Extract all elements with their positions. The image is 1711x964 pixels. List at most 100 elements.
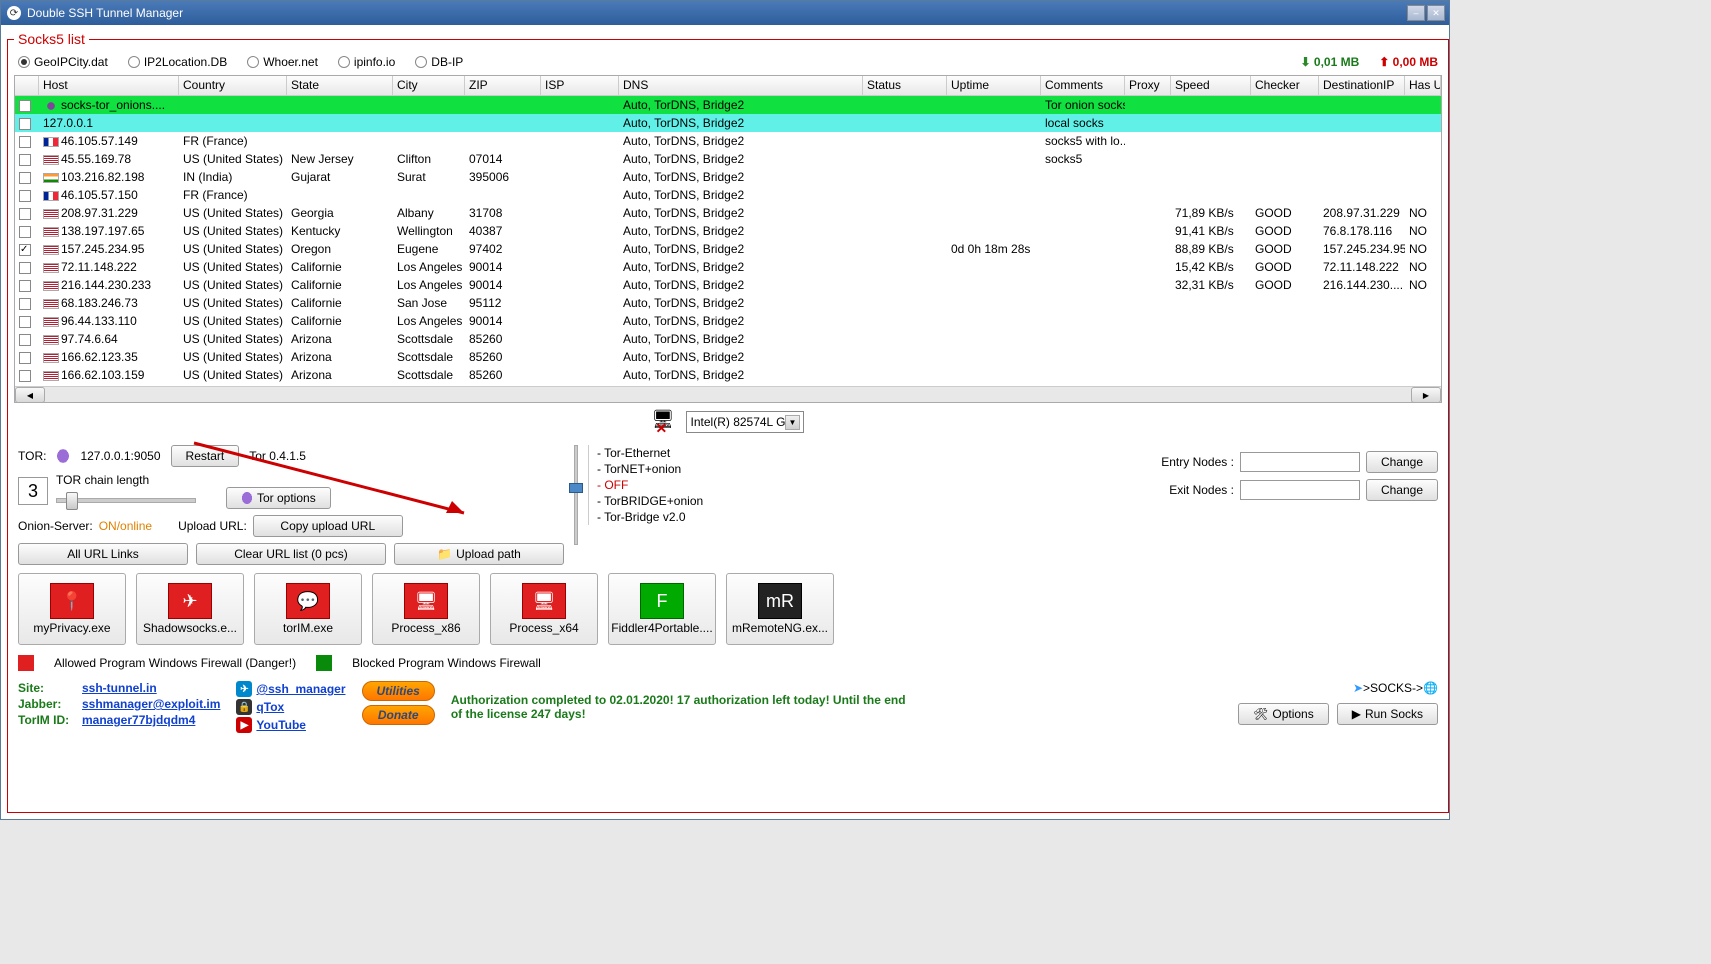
row-checkbox[interactable] <box>19 352 31 364</box>
table-row[interactable]: 46.105.57.150 FR (France) Auto, TorDNS, … <box>15 186 1441 204</box>
table-row[interactable]: 127.0.0.1 Auto, TorDNS, Bridge2 local so… <box>15 114 1441 132</box>
row-checkbox[interactable] <box>19 172 31 184</box>
row-checkbox[interactable] <box>19 226 31 238</box>
flag-icon <box>43 137 59 147</box>
row-checkbox[interactable] <box>19 154 31 166</box>
table-row[interactable]: 96.44.133.110 US (United States)Californ… <box>15 312 1441 330</box>
close-button[interactable]: ✕ <box>1427 5 1445 21</box>
site-link[interactable]: ssh-tunnel.in <box>82 681 220 695</box>
minimize-button[interactable]: – <box>1407 5 1425 21</box>
col-proxy[interactable]: Proxy <box>1125 76 1171 95</box>
clear-url-list-button[interactable]: Clear URL list (0 pcs) <box>196 543 386 565</box>
app-launcher[interactable]: 🖥Process_x64 <box>490 573 598 645</box>
torim-link[interactable]: manager77bjdqdm4 <box>82 713 220 727</box>
row-checkbox[interactable] <box>19 298 31 310</box>
row-checkbox[interactable] <box>19 208 31 220</box>
table-row[interactable]: 46.105.57.149 FR (France) Auto, TorDNS, … <box>15 132 1441 150</box>
col-checker[interactable]: Checker <box>1251 76 1319 95</box>
radio-whoer[interactable]: Whoer.net <box>247 55 318 69</box>
col-comments[interactable]: Comments <box>1041 76 1125 95</box>
mode-tor-bridge-v2[interactable]: - Tor-Bridge v2.0 <box>597 509 734 525</box>
col-zip[interactable]: ZIP <box>465 76 541 95</box>
row-checkbox[interactable] <box>19 316 31 328</box>
tor-options-button[interactable]: Tor options <box>226 487 331 509</box>
col-speed[interactable]: Speed <box>1171 76 1251 95</box>
row-checkbox[interactable] <box>19 370 31 382</box>
restart-button[interactable]: Restart <box>171 445 240 467</box>
mode-tor-ethernet[interactable]: - Tor-Ethernet <box>597 445 734 461</box>
app-launcher[interactable]: 📍myPrivacy.exe <box>18 573 126 645</box>
table-row[interactable]: 138.197.197.65 US (United States)Kentuck… <box>15 222 1441 240</box>
jabber-link[interactable]: sshmanager@exploit.im <box>82 697 220 711</box>
radio-geoipcity[interactable]: GeoIPCity.dat <box>18 55 108 69</box>
scroll-right-icon[interactable]: ▶ <box>1411 387 1441 403</box>
radio-ipinfo[interactable]: ipinfo.io <box>338 55 395 69</box>
table-row[interactable]: 157.245.234.95 US (United States)OregonE… <box>15 240 1441 258</box>
social-link[interactable]: ✈@ssh_manager <box>236 681 345 697</box>
col-country[interactable]: Country <box>179 76 287 95</box>
social-link[interactable]: ▶YouTube <box>236 717 345 733</box>
mode-slider-handle[interactable] <box>569 483 583 493</box>
app-launcher[interactable]: FFiddler4Portable.... <box>608 573 716 645</box>
app-launcher[interactable]: 💬torIM.exe <box>254 573 362 645</box>
col-hasu[interactable]: Has U <box>1405 76 1441 95</box>
table-row[interactable]: 166.62.123.35 US (United States)ArizonaS… <box>15 348 1441 366</box>
table-row[interactable]: 97.74.6.64 US (United States)ArizonaScot… <box>15 330 1441 348</box>
mode-off[interactable]: - OFF <box>597 477 734 493</box>
table-row[interactable]: 166.62.103.159 US (United States)Arizona… <box>15 366 1441 384</box>
table-row[interactable]: socks-tor_onions.... Auto, TorDNS, Bridg… <box>15 96 1441 114</box>
app-launcher[interactable]: ✈Shadowsocks.e... <box>136 573 244 645</box>
entry-nodes-input[interactable] <box>1240 452 1360 472</box>
donate-button[interactable]: Donate <box>362 705 435 725</box>
utilities-button[interactable]: Utilities <box>362 681 435 701</box>
exit-nodes-input[interactable] <box>1240 480 1360 500</box>
col-city[interactable]: City <box>393 76 465 95</box>
row-checkbox[interactable] <box>19 334 31 346</box>
table-row[interactable]: 68.183.246.73 US (United States)Californ… <box>15 294 1441 312</box>
col-dns[interactable]: DNS <box>619 76 863 95</box>
chain-length-slider[interactable] <box>56 489 196 509</box>
row-checkbox[interactable] <box>19 100 31 112</box>
radio-ip2location[interactable]: IP2Location.DB <box>128 55 227 69</box>
blocked-firewall-label: Blocked Program Windows Firewall <box>352 656 541 670</box>
options-button[interactable]: 🛠 Options <box>1238 703 1329 725</box>
exit-change-button[interactable]: Change <box>1366 479 1438 501</box>
all-url-links-button[interactable]: All URL Links <box>18 543 188 565</box>
row-checkbox[interactable] <box>19 280 31 292</box>
chain-length-value[interactable]: 3 <box>18 477 48 505</box>
mode-torbridge-onion[interactable]: - TorBRIDGE+onion <box>597 493 734 509</box>
row-checkbox[interactable] <box>19 190 31 202</box>
row-checkbox[interactable] <box>19 262 31 274</box>
run-socks-button[interactable]: ▶ Run Socks <box>1337 703 1438 725</box>
app-launcher[interactable]: mRmRemoteNG.ex... <box>726 573 834 645</box>
row-checkbox[interactable] <box>19 244 31 256</box>
nic-dropdown[interactable]: Intel(R) 82574L G <box>686 411 805 433</box>
upload-url-label: Upload URL: <box>178 519 247 533</box>
table-row[interactable]: 72.11.148.222 US (United States)Californ… <box>15 258 1441 276</box>
table-row[interactable]: 216.144.230.233 US (United States)Califo… <box>15 276 1441 294</box>
tor-version: Tor 0.4.1.5 <box>249 449 306 463</box>
table-row[interactable]: 45.55.169.78 US (United States)New Jerse… <box>15 150 1441 168</box>
copy-upload-url-button[interactable]: Copy upload URL <box>253 515 403 537</box>
row-checkbox[interactable] <box>19 136 31 148</box>
col-dest[interactable]: DestinationIP <box>1319 76 1405 95</box>
row-checkbox[interactable] <box>19 118 31 130</box>
col-host[interactable]: Host <box>39 76 179 95</box>
radio-dbip[interactable]: DB-IP <box>415 55 463 69</box>
scroll-left-icon[interactable]: ◀ <box>15 387 45 403</box>
col-uptime[interactable]: Uptime <box>947 76 1041 95</box>
entry-change-button[interactable]: Change <box>1366 451 1438 473</box>
col-status[interactable]: Status <box>863 76 947 95</box>
col-state[interactable]: State <box>287 76 393 95</box>
app-launcher[interactable]: 🖥Process_x86 <box>372 573 480 645</box>
table-row[interactable]: 208.97.31.229 US (United States)GeorgiaA… <box>15 204 1441 222</box>
traffic-down: ⬇ 0,01 MB <box>1301 55 1360 69</box>
table-row[interactable]: 103.216.82.198 IN (India)GujaratSurat 39… <box>15 168 1441 186</box>
mode-tornet-onion[interactable]: - TorNET+onion <box>597 461 734 477</box>
social-link[interactable]: 🔒qTox <box>236 699 345 715</box>
nic-icon <box>652 409 678 435</box>
mode-slider-track[interactable] <box>574 445 578 545</box>
h-scrollbar[interactable]: ◀ ▶ <box>15 386 1441 402</box>
upload-path-button[interactable]: 📁 Upload path <box>394 543 564 565</box>
col-isp[interactable]: ISP <box>541 76 619 95</box>
